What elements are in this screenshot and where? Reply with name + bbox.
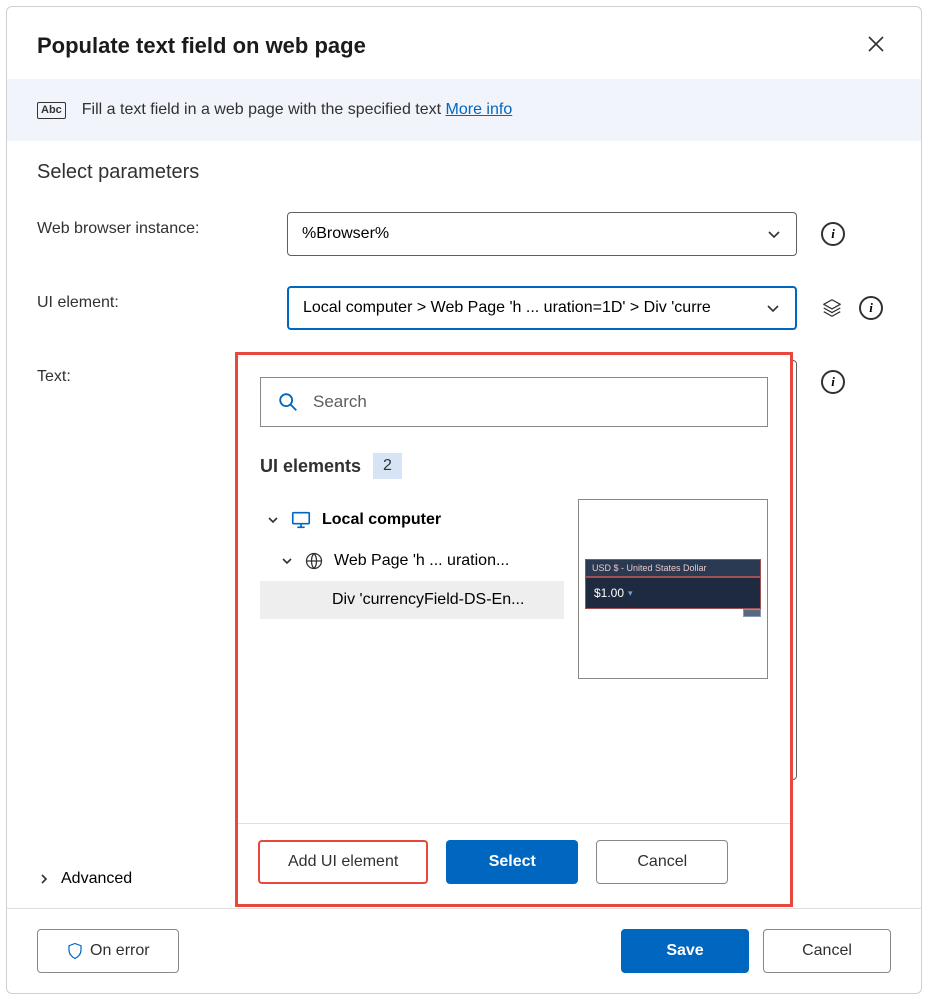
cancel-button[interactable]: Cancel [763,929,891,973]
ui-element-label: UI element: [37,286,287,312]
tree-node-local-computer[interactable]: Local computer [260,499,564,541]
search-icon [277,391,299,413]
add-ui-element-button[interactable]: Add UI element [258,840,428,884]
footer-actions: Save Cancel [621,929,891,973]
ui-elements-title: UI elements [260,456,361,477]
tree-root-label: Local computer [322,511,441,529]
banner-text: Fill a text field in a web page with the… [82,101,512,119]
element-preview: USD $ - United States Dollar $1.00 ▾ [578,499,768,679]
shield-icon [66,942,84,960]
ui-element-value: Local computer > Web Page 'h ... uration… [303,299,765,317]
preview-top-label: USD $ - United States Dollar [585,559,761,577]
popup-cancel-button[interactable]: Cancel [596,840,728,884]
close-icon [867,36,885,58]
browser-dropdown[interactable]: %Browser% [287,212,797,256]
tree-node-div-element[interactable]: Div 'currencyField-DS-En... [260,581,564,619]
info-icon[interactable]: i [821,370,845,394]
chevron-down-icon [765,300,781,316]
ui-element-picker-popup: UI elements 2 Local computer [235,352,793,907]
abc-icon: Abc [37,102,66,119]
ui-elements-tree: Local computer Web Page 'h ... uration..… [260,499,564,679]
param-browser-row: Web browser instance: %Browser% i [37,212,891,256]
save-button[interactable]: Save [621,929,749,973]
on-error-button[interactable]: On error [37,929,179,973]
param-ui-element-row: UI element: Local computer > Web Page 'h… [37,286,891,330]
select-button[interactable]: Select [446,840,578,884]
section-title: Select parameters [37,161,891,184]
info-banner: Abc Fill a text field in a web page with… [7,79,921,141]
ui-elements-count: 2 [373,453,402,479]
info-icon[interactable]: i [859,296,883,320]
ui-elements-header: UI elements 2 [260,453,768,479]
dialog-title: Populate text field on web page [37,33,366,59]
chevron-down-icon [266,513,280,527]
chevron-down-icon [280,554,294,568]
tree-page-label: Web Page 'h ... uration... [334,552,509,570]
chevron-down-icon [766,226,782,242]
ui-element-dropdown[interactable]: Local computer > Web Page 'h ... uration… [287,286,797,330]
monitor-icon [290,509,312,531]
populate-text-dialog: Populate text field on web page Abc Fill… [6,6,922,994]
preview-handle [743,609,761,617]
popup-footer: Add UI element Select Cancel [238,823,790,904]
tree-element-label: Div 'currencyField-DS-En... [332,591,524,609]
preview-value: $1.00 ▾ [585,577,761,609]
chevron-down-icon: ▾ [628,588,633,599]
browser-value: %Browser% [302,225,766,243]
info-icon[interactable]: i [821,222,845,246]
search-box[interactable] [260,377,768,427]
globe-icon [304,551,324,571]
chevron-right-icon [37,872,51,886]
layers-icon[interactable] [821,297,843,319]
more-info-link[interactable]: More info [446,101,513,118]
advanced-label: Advanced [61,870,132,888]
browser-label: Web browser instance: [37,212,287,238]
dialog-footer: On error Save Cancel [7,908,921,993]
close-button[interactable] [861,29,891,63]
search-input[interactable] [313,392,751,412]
tree-node-web-page[interactable]: Web Page 'h ... uration... [260,541,564,581]
dialog-header: Populate text field on web page [7,7,921,79]
